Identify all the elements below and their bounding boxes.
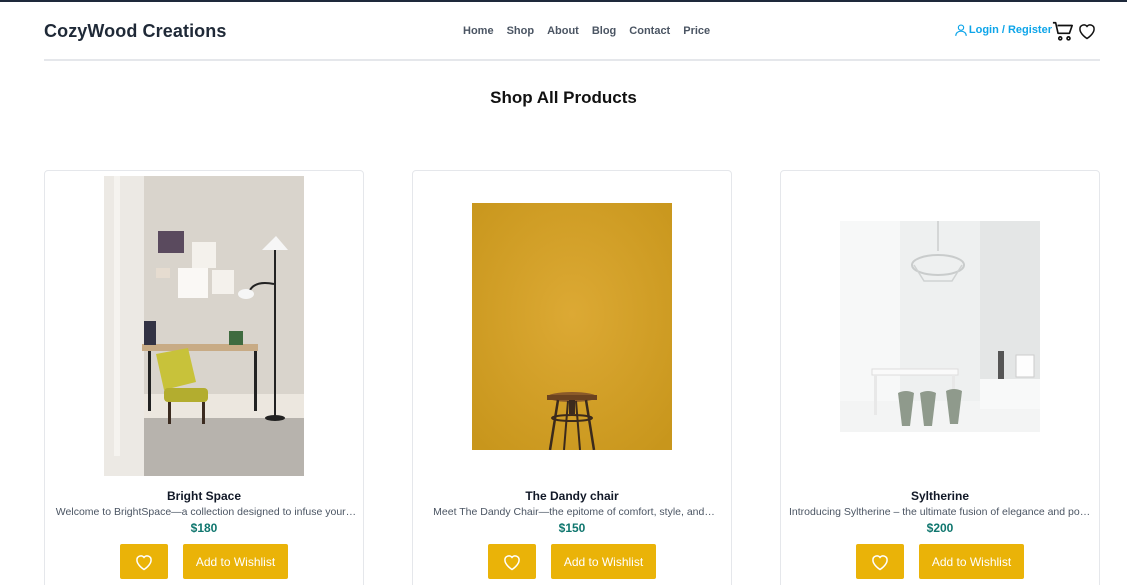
nav-shop[interactable]: Shop: [507, 25, 535, 37]
nav-blog[interactable]: Blog: [592, 25, 616, 37]
add-to-wishlist-button[interactable]: Add to Wishlist: [551, 544, 656, 579]
add-to-wishlist-button[interactable]: Add to Wishlist: [919, 544, 1024, 579]
cart-icon[interactable]: [1052, 20, 1074, 42]
product-image-wrap: [45, 171, 363, 481]
favorite-button[interactable]: [488, 544, 536, 579]
product-name[interactable]: The Dandy chair: [413, 489, 731, 503]
nav-about[interactable]: About: [547, 25, 579, 37]
product-image-wrap: [413, 171, 731, 481]
product-image: [104, 176, 304, 476]
product-description: Introducing Syltherine – the ultimate fu…: [789, 506, 1095, 518]
favorite-button[interactable]: [856, 544, 904, 579]
login-register-label: Login / Register: [968, 24, 1052, 36]
product-price: $180: [190, 521, 218, 535]
brand-logo[interactable]: CozyWood Creations: [44, 21, 226, 42]
product-image-wrap: [781, 171, 1099, 481]
main-nav: Home Shop About Blog Contact Price: [463, 25, 710, 37]
page-title: Shop All Products: [490, 88, 637, 107]
product-description: Meet The Dandy Chair—the epitome of comf…: [433, 506, 715, 518]
product-card[interactable]: Bright Space Welcome to BrightSpace—a co…: [44, 170, 364, 585]
nav-price[interactable]: Price: [683, 25, 710, 37]
nav-home[interactable]: Home: [463, 25, 494, 37]
product-price: $200: [926, 521, 954, 535]
user-icon: [955, 24, 967, 36]
product-card[interactable]: The Dandy chair Meet The Dandy Chair—the…: [412, 170, 732, 585]
login-register-link[interactable]: Login / Register: [954, 23, 1052, 37]
product-name[interactable]: Bright Space: [45, 489, 363, 503]
wishlist-heart-icon[interactable]: [1077, 21, 1097, 41]
nav-contact[interactable]: Contact: [629, 25, 670, 37]
product-price: $150: [558, 521, 586, 535]
add-to-wishlist-button[interactable]: Add to Wishlist: [183, 544, 288, 579]
product-description: Welcome to BrightSpace—a collection desi…: [55, 506, 357, 518]
product-card[interactable]: Syltherine Introducing Syltherine – the …: [780, 170, 1100, 585]
product-image: [840, 220, 1040, 432]
heart-icon: [872, 554, 888, 570]
product-name[interactable]: Syltherine: [781, 489, 1099, 503]
heart-icon: [136, 554, 152, 570]
product-image: [472, 202, 672, 450]
favorite-button[interactable]: [120, 544, 168, 579]
site-header: CozyWood Creations Home Shop About Blog …: [44, 2, 1100, 61]
heart-icon: [504, 554, 520, 570]
